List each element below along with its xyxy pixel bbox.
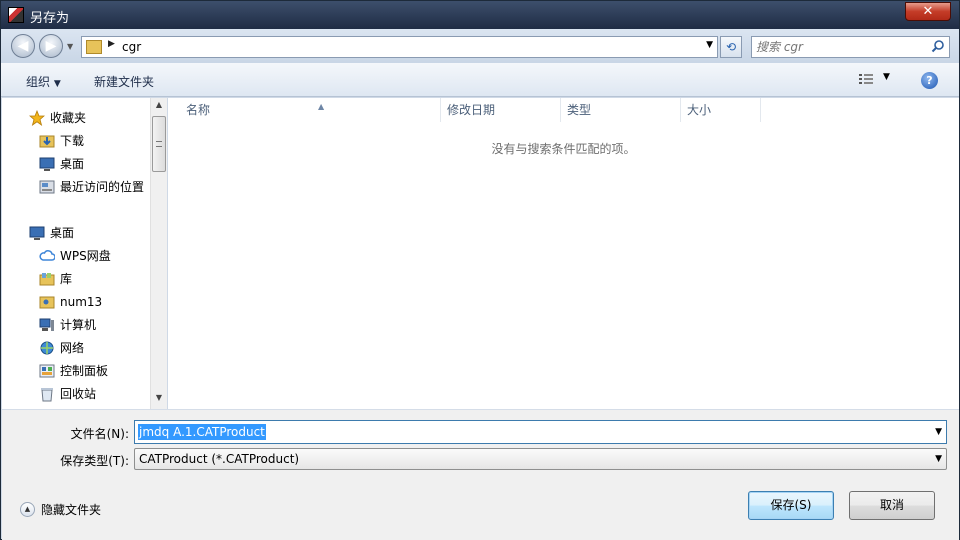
sidebar-item-label: 桌面 — [50, 226, 75, 240]
network-icon — [40, 341, 54, 355]
filetype-dropdown-icon[interactable]: ▼ — [935, 454, 942, 464]
search-input[interactable] — [756, 39, 926, 55]
column-header-size[interactable]: 大小 — [681, 98, 761, 122]
search-box[interactable] — [751, 36, 950, 58]
sidebar-item-label: 库 — [60, 272, 73, 286]
scroll-thumb[interactable] — [152, 116, 166, 172]
organize-label: 组织 — [26, 75, 51, 89]
filetype-label: 保存类型(T): — [60, 454, 129, 468]
command-toolbar: 组织 ▼ 新建文件夹 ▼ ? — [1, 63, 959, 97]
sidebar-item-label: 回收站 — [60, 387, 97, 401]
cancel-button[interactable]: 取消 — [849, 491, 935, 520]
hide-folders-label: 隐藏文件夹 — [41, 503, 102, 517]
desktop-icon — [39, 157, 55, 171]
refresh-icon: ⟲ — [725, 40, 737, 54]
save-as-dialog: 另存为 ✕ ◀ ▶ ▼ ▶ cgr ▼ ⟲ 组织 ▼ 新建文件夹 ▼ ? — [0, 0, 960, 540]
empty-message: 没有与搜索条件匹配的项。 — [491, 142, 636, 156]
sidebar-item-label: 计算机 — [60, 318, 97, 332]
scroll-up-icon[interactable]: ▲ — [151, 100, 167, 114]
sidebar-item-label: 收藏夹 — [50, 111, 87, 125]
filename-label: 文件名(N): — [70, 427, 129, 441]
window-title: 另存为 — [30, 11, 70, 26]
navigation-pane: 收藏夹 下载 桌面 最近访问的位置 桌面 WPS网盘 库 num13 计算机 网… — [2, 98, 150, 409]
sidebar-item-label: WPS网盘 — [60, 249, 111, 263]
sidebar-item-label: 网络 — [60, 341, 85, 355]
filetype-value: CATProduct (*.CATProduct) — [139, 452, 300, 466]
address-dropdown-icon[interactable]: ▼ — [706, 40, 713, 50]
scroll-grip — [156, 141, 162, 147]
sidebar-item-label: 最近访问的位置 — [60, 180, 145, 194]
download-folder-icon — [39, 135, 55, 148]
column-header-name[interactable]: 名称 ▲ — [180, 98, 441, 122]
refresh-button[interactable]: ⟲ — [720, 36, 742, 58]
new-folder-button[interactable]: 新建文件夹 — [94, 73, 154, 90]
column-header-type[interactable]: 类型 — [561, 98, 681, 122]
column-header-date-modified[interactable]: 修改日期 — [441, 98, 561, 122]
file-list[interactable]: 名称 ▲ 修改日期 类型 大小 没有与搜索条件匹配的项。 — [168, 98, 959, 409]
sort-ascending-icon: ▲ — [318, 102, 325, 111]
close-button[interactable]: ✕ — [905, 2, 951, 21]
desktop-icon — [29, 226, 45, 240]
title-bar[interactable]: 另存为 ✕ — [1, 1, 959, 29]
sidebar-item-label: num13 — [60, 295, 103, 309]
column-label: 名称 — [186, 103, 211, 117]
view-options-icon[interactable] — [859, 73, 873, 85]
star-icon — [29, 110, 45, 126]
forward-button[interactable]: ▶ — [39, 34, 63, 58]
back-button[interactable]: ◀ — [11, 34, 35, 58]
recent-pages-dropdown-icon[interactable]: ▼ — [67, 42, 73, 51]
filename-field[interactable]: jmdq A.1.CATProduct ▼ — [134, 420, 947, 444]
computer-icon — [39, 318, 54, 331]
address-bar[interactable]: ▶ cgr ▼ — [81, 36, 718, 58]
view-dropdown-icon[interactable]: ▼ — [883, 72, 890, 82]
control-panel-icon — [39, 364, 55, 378]
organize-menu[interactable]: 组织 ▼ — [26, 73, 61, 90]
save-button[interactable]: 保存(S) — [748, 491, 834, 520]
sidebar-item-label: 下载 — [60, 134, 85, 148]
cloud-icon — [39, 250, 55, 261]
filename-dropdown-icon[interactable]: ▼ — [935, 427, 942, 437]
chevron-up-icon: ▲ — [20, 502, 35, 517]
folder-icon — [86, 40, 102, 54]
chevron-down-icon: ▼ — [53, 79, 61, 89]
scroll-down-icon[interactable]: ▼ — [151, 393, 167, 407]
filename-value[interactable]: jmdq A.1.CATProduct — [138, 424, 266, 440]
breadcrumb-arrow-icon[interactable]: ▶ — [108, 39, 115, 49]
recycle-bin-icon — [41, 388, 53, 402]
app-icon — [8, 7, 24, 23]
user-folder-icon — [39, 296, 55, 309]
search-icon[interactable] — [931, 39, 945, 53]
sidebar-item-label: 桌面 — [60, 157, 85, 171]
navigation-scrollbar[interactable]: ▲ ▼ — [150, 98, 167, 409]
breadcrumb-path[interactable]: cgr — [122, 40, 141, 54]
sidebar-item-label: 控制面板 — [60, 364, 109, 378]
recent-places-icon — [39, 180, 55, 194]
library-icon — [39, 273, 55, 286]
help-button[interactable]: ? — [921, 72, 938, 89]
filetype-select[interactable]: CATProduct (*.CATProduct) ▼ — [134, 448, 947, 470]
